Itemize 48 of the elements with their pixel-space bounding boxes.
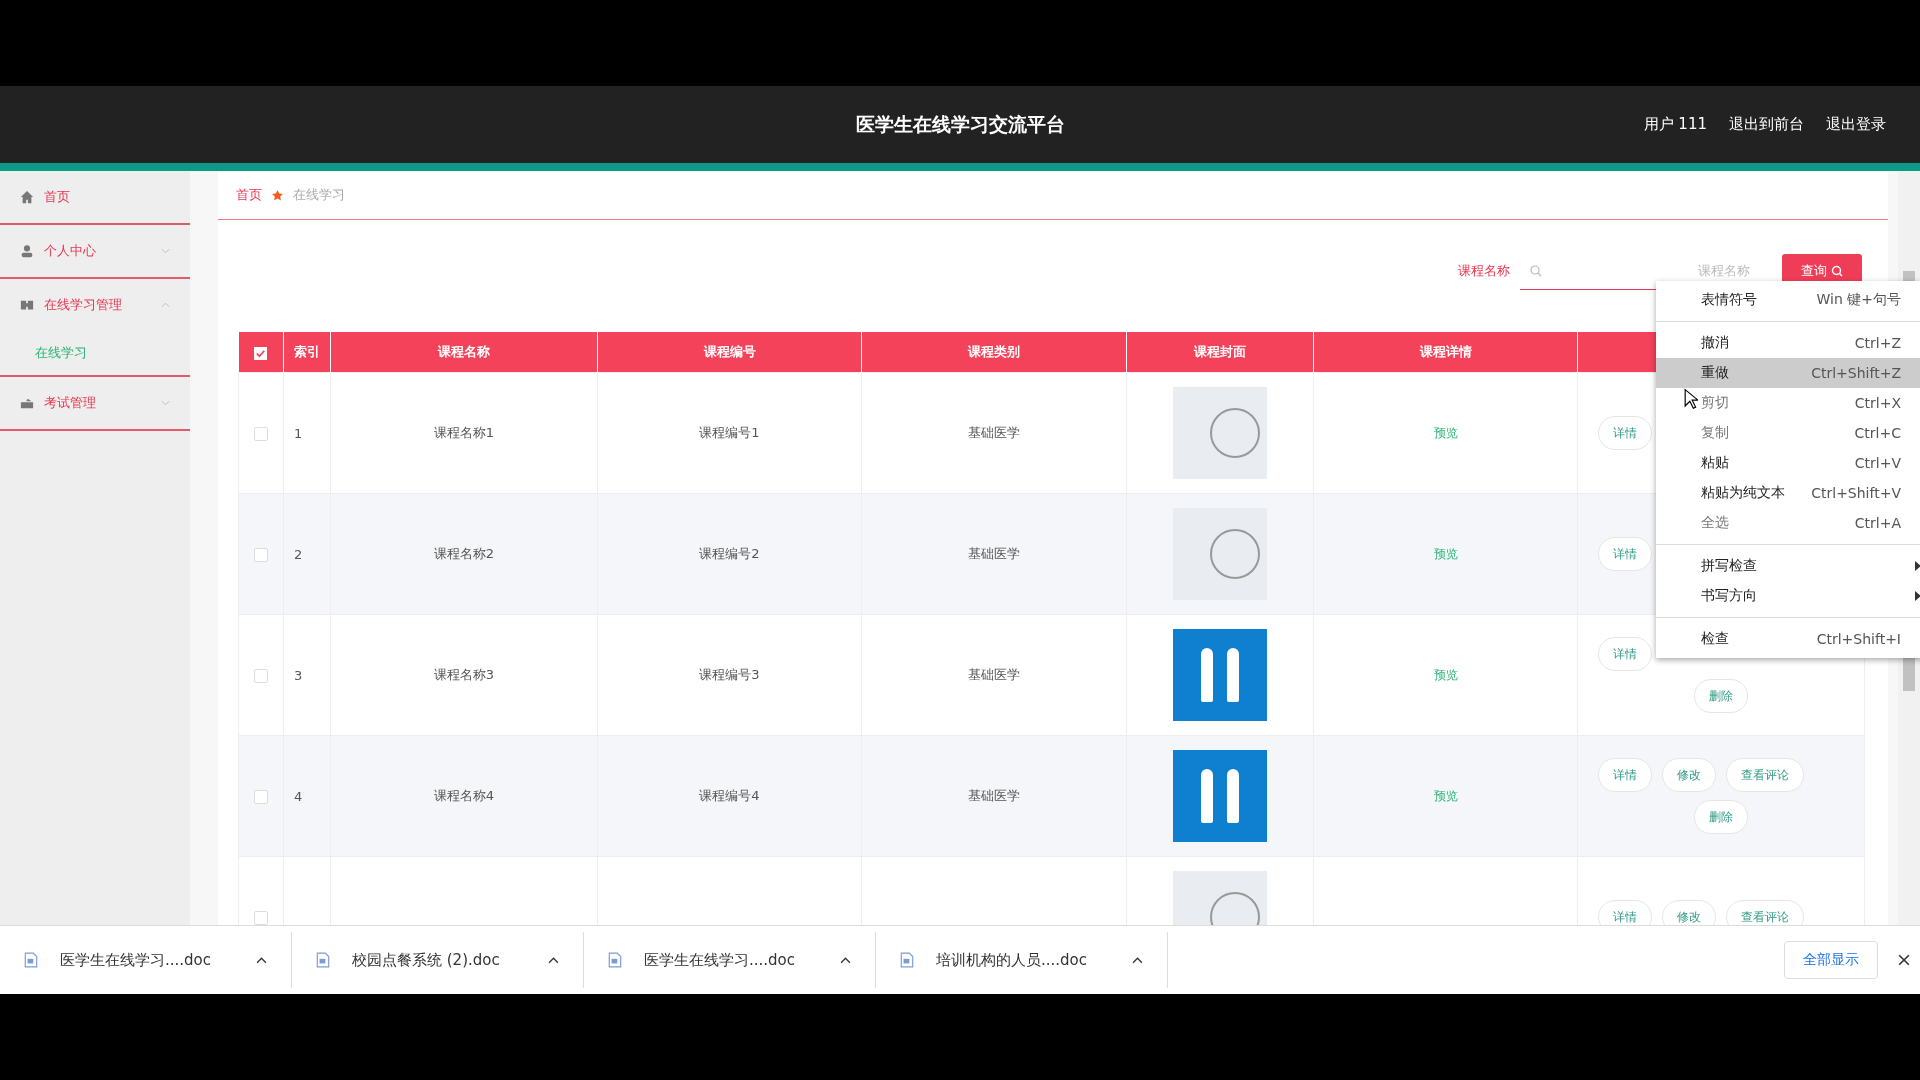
shortcut-text: Ctrl+Shift+I bbox=[1816, 631, 1901, 647]
table-cell: 4 bbox=[294, 788, 303, 804]
shortcut-text: Ctrl+Shift+V bbox=[1811, 485, 1901, 501]
shortcut-text: Win 键+句号 bbox=[1816, 291, 1901, 309]
shortcut-text: Ctrl+A bbox=[1854, 515, 1901, 531]
menu-label: 拼写检查 bbox=[1701, 557, 1758, 575]
table-cell: 2 bbox=[294, 546, 303, 562]
table-cell: 课程编号1 bbox=[699, 425, 760, 440]
shortcut-text: Ctrl+Shift+Z bbox=[1811, 365, 1901, 381]
menu-label: 剪切 bbox=[1701, 394, 1730, 412]
menu-label: 全选 bbox=[1701, 514, 1730, 532]
column-header: 课程封面 bbox=[1126, 332, 1314, 373]
menu-label: 书写方向 bbox=[1701, 587, 1758, 605]
menu-label: 撤消 bbox=[1701, 334, 1730, 352]
table-cell: 3 bbox=[294, 667, 303, 683]
menu-label: 粘贴 bbox=[1701, 454, 1730, 472]
table-cell: 基础医学 bbox=[968, 788, 1020, 803]
table-cell: 课程名称1 bbox=[433, 425, 495, 440]
table-cell: 课程编号3 bbox=[699, 667, 760, 682]
file-name: 培训机构的人员....doc bbox=[936, 950, 1089, 970]
table-cell: 课程编号2 bbox=[699, 546, 760, 561]
file-name: 医学生在线学习....doc bbox=[644, 950, 797, 970]
table-cell: 课程名称3 bbox=[433, 667, 495, 682]
shortcut-text: Ctrl+V bbox=[1854, 455, 1901, 471]
file-name: 校园点餐系统 (2).doc bbox=[352, 950, 501, 970]
search-label: 课程名称 bbox=[1458, 262, 1510, 280]
table-cell: 课程名称2 bbox=[433, 546, 495, 561]
site-title: 医学生在线学习交流平台 bbox=[855, 111, 1065, 137]
table-cell: 1 bbox=[294, 425, 303, 441]
shortcut-text: Ctrl+X bbox=[1854, 395, 1901, 411]
file-name: 医学生在线学习....doc bbox=[60, 950, 213, 970]
menu-label: 检查 bbox=[1701, 630, 1730, 648]
column-header: 索引 bbox=[283, 332, 331, 373]
menu-label: 重做 bbox=[1701, 364, 1730, 382]
table-cell: 基础医学 bbox=[968, 425, 1020, 440]
column-header: 课程详情 bbox=[1313, 332, 1578, 373]
column-header: 课程类别 bbox=[861, 332, 1127, 373]
menu-label: 表情符号 bbox=[1701, 291, 1758, 309]
menu-label: 复制 bbox=[1701, 424, 1730, 442]
shortcut-text: Ctrl+Z bbox=[1854, 335, 1901, 351]
column-header: 课程编号 bbox=[597, 332, 862, 373]
table-cell: 基础医学 bbox=[968, 546, 1020, 561]
shortcut-text: Ctrl+C bbox=[1854, 425, 1901, 441]
table-cell: 课程编号4 bbox=[699, 788, 760, 803]
menu-label: 粘贴为纯文本 bbox=[1701, 484, 1786, 502]
table-cell: 课程名称4 bbox=[433, 788, 495, 803]
table-cell: 基础医学 bbox=[968, 667, 1020, 682]
column-header: 课程名称 bbox=[330, 332, 598, 373]
